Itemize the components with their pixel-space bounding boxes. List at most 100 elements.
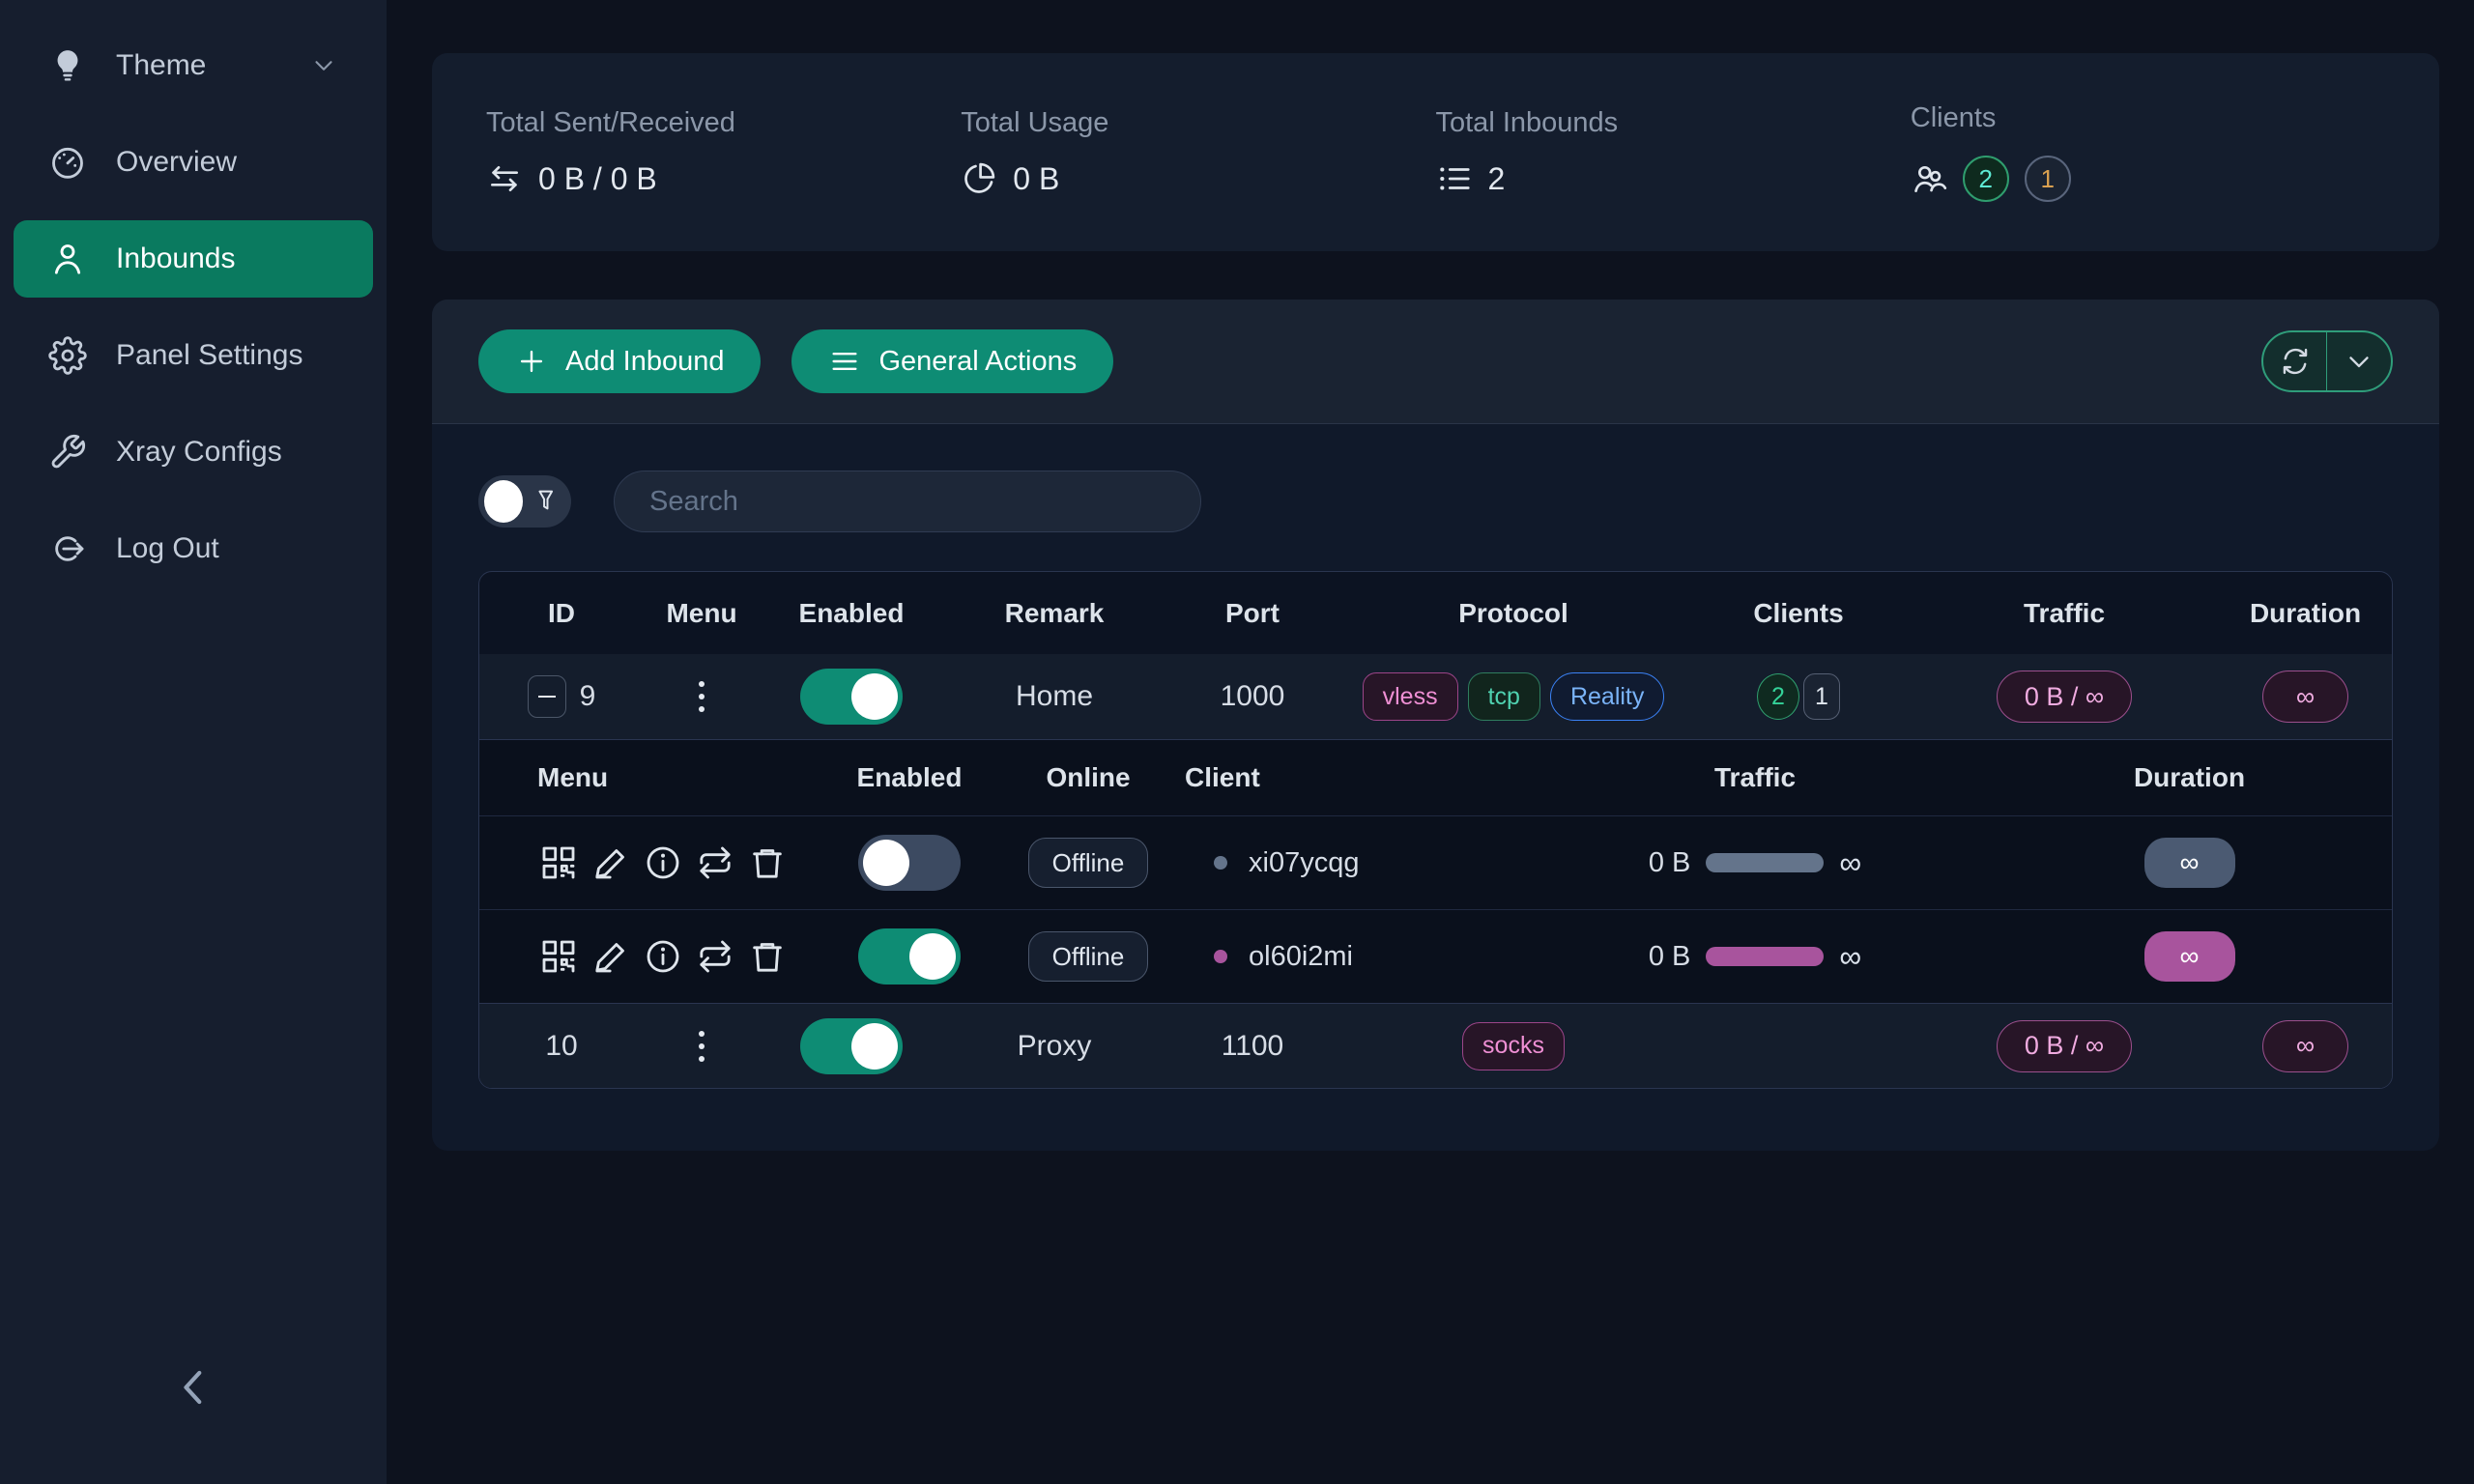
add-inbound-button[interactable]: Add Inbound — [478, 329, 761, 393]
inbounds-panel: Add Inbound General Actions — [432, 300, 2439, 1151]
refresh-button[interactable] — [2263, 332, 2327, 390]
col-header-enabled: Enabled — [760, 598, 943, 629]
sidebar-item-label: Log Out — [116, 532, 219, 565]
sidebar-item-xray-configs[interactable]: Xray Configs — [14, 414, 373, 491]
col-header-remark: Remark — [943, 598, 1165, 629]
col-header-protocol: Protocol — [1339, 598, 1687, 629]
stats-card: Total Sent/Received 0 B / 0 B Total Usag… — [432, 53, 2439, 251]
bulb-icon — [48, 46, 87, 85]
protocol-badge: socks — [1462, 1022, 1565, 1070]
inbound-enabled-toggle[interactable] — [800, 669, 903, 725]
qr-code-button[interactable] — [537, 842, 580, 884]
client-name: ol60i2mi — [1249, 941, 1353, 973]
info-button[interactable] — [642, 842, 684, 884]
table-row: 10 Proxy 1100 socks 0 B / ∞ ∞ — [479, 1003, 2392, 1088]
stat-label: Clients — [1911, 102, 2385, 134]
general-actions-button[interactable]: General Actions — [791, 329, 1113, 393]
subcol-header-menu: Menu — [537, 762, 827, 793]
people-icon — [1911, 160, 1947, 197]
user-icon — [48, 240, 87, 278]
sidebar-item-label: Panel Settings — [116, 339, 302, 372]
clients-online-badge: 2 — [1963, 156, 2009, 202]
gauge-icon — [48, 143, 87, 182]
traffic-badge: 0 B / ∞ — [1997, 671, 2132, 723]
client-enabled-toggle[interactable] — [858, 835, 961, 891]
stat-sent-received: Total Sent/Received 0 B / 0 B — [486, 107, 961, 197]
inbound-enabled-toggle[interactable] — [800, 1018, 903, 1074]
info-button[interactable] — [642, 935, 684, 978]
search-input[interactable] — [614, 471, 1201, 532]
gear-icon — [48, 336, 87, 375]
inbound-port: 1000 — [1165, 680, 1339, 713]
subtable-header-row: Menu Enabled Online Client Traffic Durat… — [479, 740, 2392, 815]
edit-button[interactable] — [590, 935, 632, 978]
funnel-icon — [532, 487, 560, 516]
row-menu-button[interactable] — [693, 1025, 710, 1068]
sidebar: Theme Overview Inbounds Panel Settings X… — [0, 0, 387, 1484]
delete-button[interactable] — [746, 935, 789, 978]
table-row: 9 Home 1000 vless tcp Reality 2 1 — [479, 654, 2392, 739]
subcol-header-client: Client — [1185, 762, 1523, 793]
traffic-limit: ∞ — [1839, 845, 1861, 881]
clients-deactivated-badge: 1 — [2025, 156, 2071, 202]
inbound-remark: Proxy — [943, 1030, 1165, 1063]
theme-selector[interactable]: Theme — [14, 27, 373, 104]
sidebar-item-inbounds[interactable]: Inbounds — [14, 220, 373, 298]
client-duration-badge: ∞ — [2144, 838, 2235, 888]
traffic-used: 0 B — [1649, 847, 1691, 879]
filter-toggle[interactable] — [478, 475, 571, 528]
security-badge: Reality — [1550, 672, 1664, 721]
pie-chart-icon — [961, 160, 997, 197]
qr-code-button[interactable] — [537, 935, 580, 978]
main-content: Total Sent/Received 0 B / 0 B Total Usag… — [387, 0, 2474, 1484]
inbounds-table: ID Menu Enabled Remark Port Protocol Cli… — [478, 571, 2393, 1089]
protocol-badge: vless — [1363, 672, 1458, 721]
stat-value: 0 B — [1013, 161, 1059, 197]
sidebar-item-label: Inbounds — [116, 243, 235, 275]
theme-label: Theme — [116, 49, 206, 82]
chevron-down-icon — [309, 51, 338, 80]
client-enabled-toggle[interactable] — [858, 928, 961, 985]
client-subtable: Menu Enabled Online Client Traffic Durat… — [479, 739, 2392, 1003]
wrench-icon — [48, 433, 87, 471]
inbound-id: 10 — [545, 1030, 577, 1063]
client-row: Offline xi07ycqg 0 B ∞ ∞ — [479, 815, 2392, 909]
search-row — [432, 424, 2439, 571]
swap-arrows-icon — [486, 160, 523, 197]
reset-traffic-button[interactable] — [694, 842, 736, 884]
hamburger-icon — [828, 345, 861, 378]
reset-traffic-button[interactable] — [694, 935, 736, 978]
subcol-header-online: Online — [992, 762, 1185, 793]
delete-button[interactable] — [746, 842, 789, 884]
collapse-row-button[interactable] — [528, 675, 566, 718]
add-inbound-label: Add Inbound — [565, 346, 724, 378]
sidebar-item-panel-settings[interactable]: Panel Settings — [14, 317, 373, 394]
sidebar-item-logout[interactable]: Log Out — [14, 510, 373, 587]
edit-button[interactable] — [590, 842, 632, 884]
refresh-dropdown-button[interactable] — [2327, 332, 2391, 390]
client-row: Offline ol60i2mi 0 B ∞ ∞ — [479, 909, 2392, 1003]
transport-badge: tcp — [1468, 672, 1540, 721]
stat-clients: Clients 2 1 — [1911, 102, 2385, 202]
stat-value: 0 B / 0 B — [538, 161, 657, 197]
stat-label: Total Usage — [961, 107, 1435, 139]
general-actions-label: General Actions — [878, 346, 1077, 378]
plus-icon — [515, 345, 548, 378]
online-status-badge: Offline — [1028, 931, 1149, 982]
subcol-header-traffic: Traffic — [1523, 762, 1987, 793]
stat-total-inbounds: Total Inbounds 2 — [1436, 107, 1911, 197]
logout-icon — [48, 529, 87, 568]
sidebar-collapse-button[interactable] — [164, 1358, 222, 1416]
traffic-progress-bar — [1706, 853, 1824, 872]
toolbar: Add Inbound General Actions — [432, 300, 2439, 424]
col-header-id: ID — [479, 598, 644, 629]
col-header-clients: Clients — [1687, 598, 1910, 629]
sidebar-item-overview[interactable]: Overview — [14, 124, 373, 201]
client-color-dot — [1214, 856, 1227, 870]
stat-value: 2 — [1488, 161, 1506, 197]
row-menu-button[interactable] — [693, 675, 710, 718]
traffic-badge: 0 B / ∞ — [1997, 1020, 2132, 1072]
refresh-icon — [2279, 345, 2312, 378]
duration-badge: ∞ — [2262, 671, 2348, 723]
stat-label: Total Sent/Received — [486, 107, 961, 139]
